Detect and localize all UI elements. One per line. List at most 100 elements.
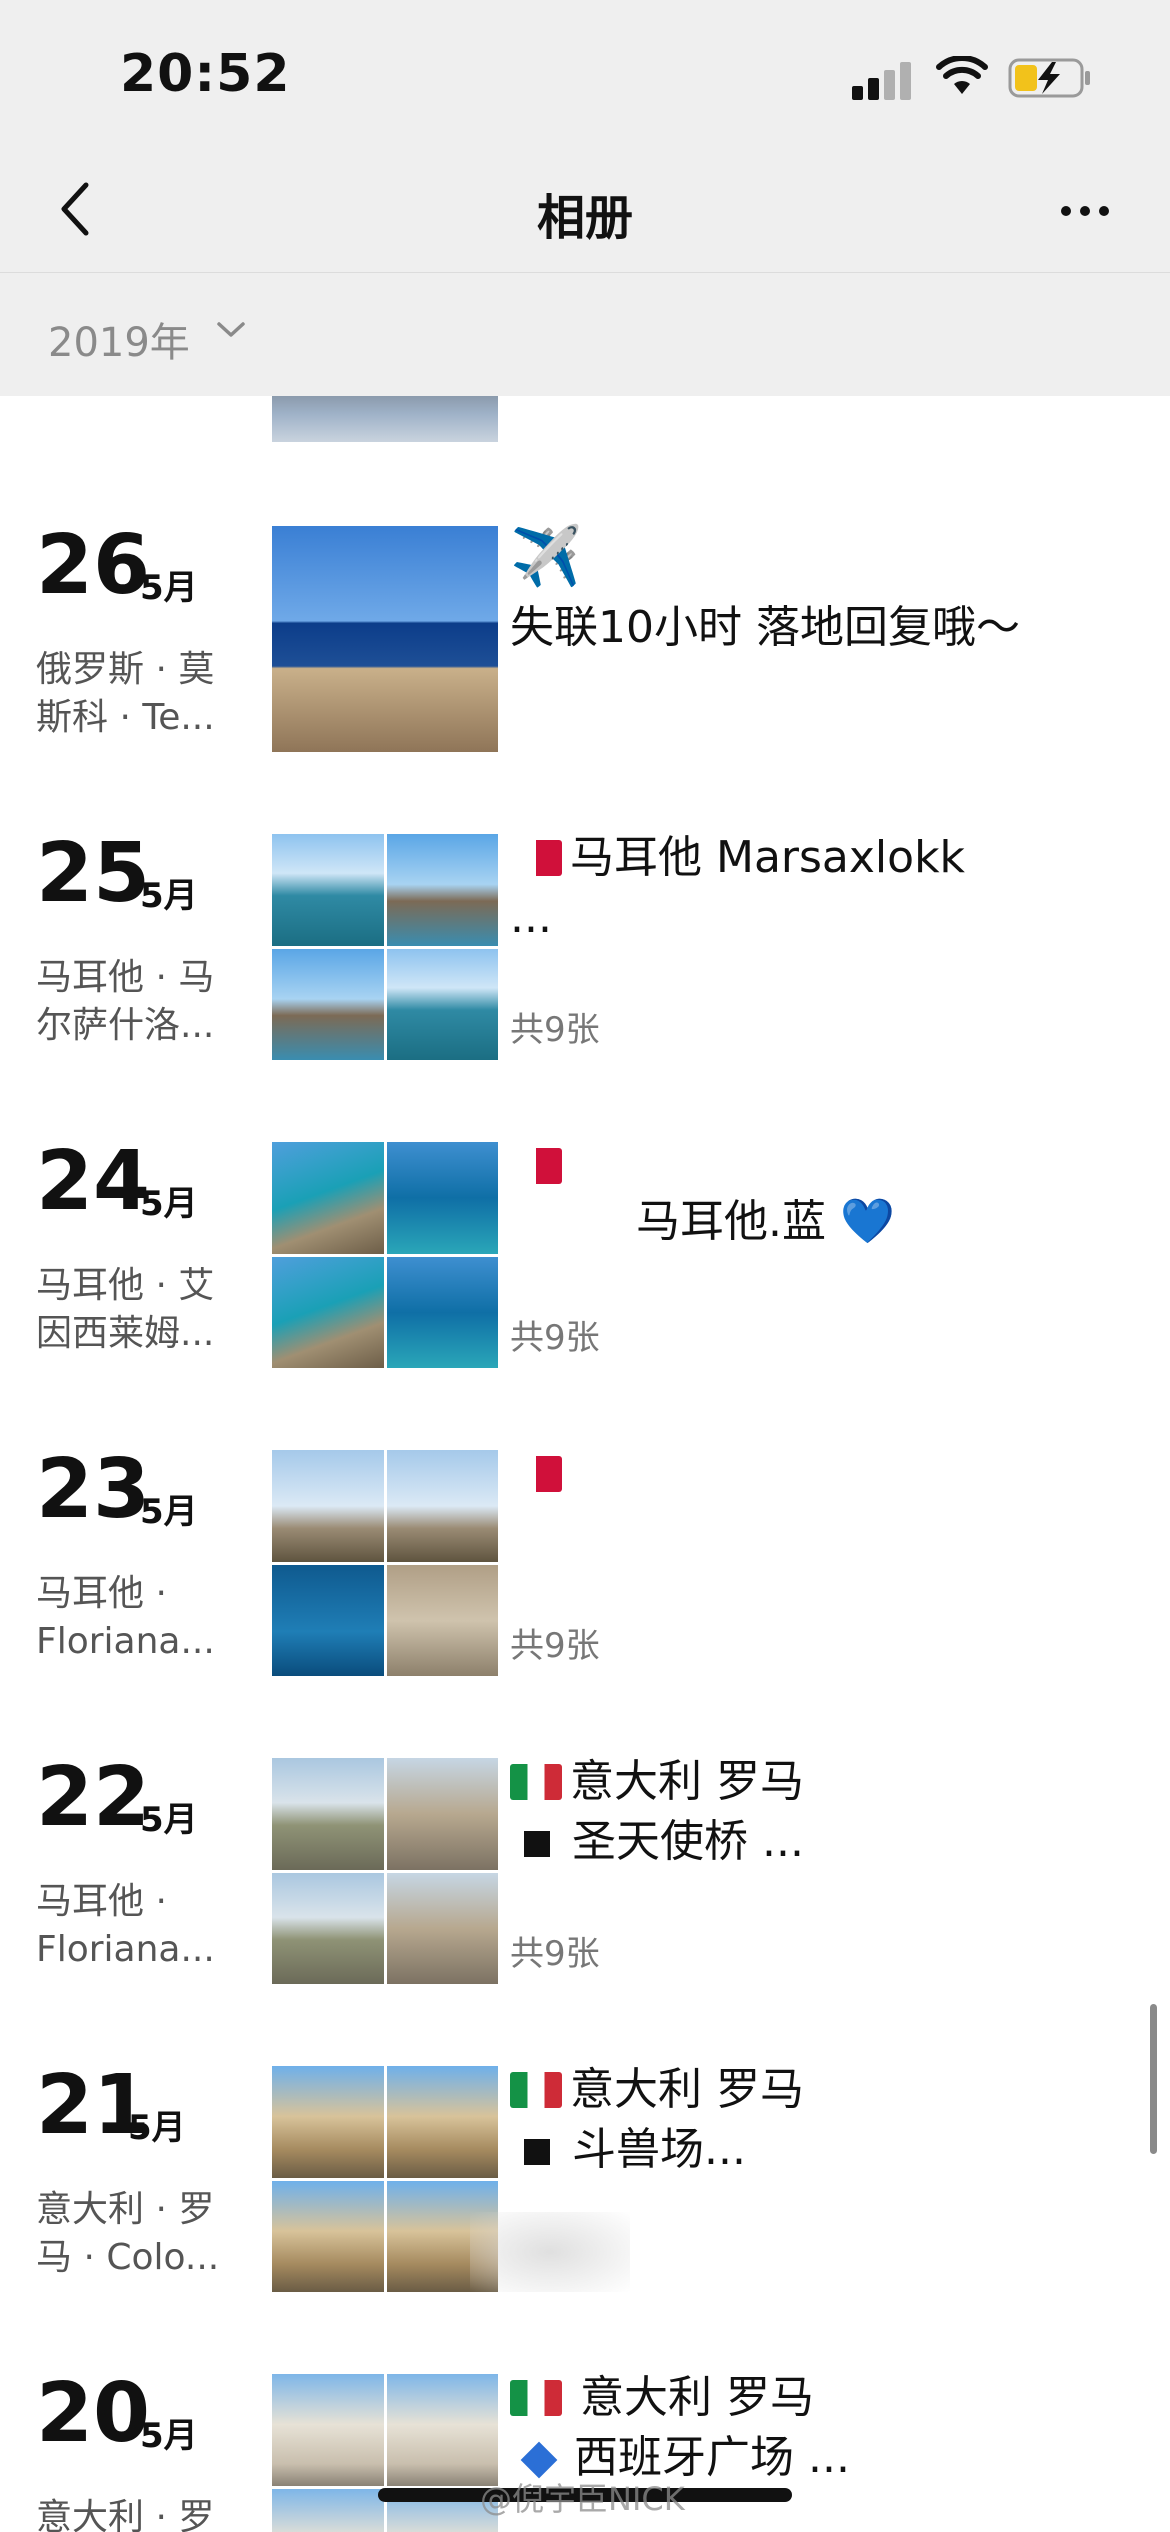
grid-photo (386, 834, 498, 946)
grid-photo (272, 1450, 384, 1562)
grid-photo (272, 834, 384, 946)
blurred-area (470, 2212, 630, 2292)
entry-month: 5月 (140, 876, 198, 916)
year-filter[interactable]: 2019年 (0, 274, 1170, 396)
entry-photo-grid[interactable] (272, 2374, 498, 2532)
entry-subcaption: 圣天使桥 ... (572, 1816, 804, 1867)
entry-text: 意大利 罗马 斗兽场... (510, 2060, 1150, 2180)
entry-day: 20 (36, 2368, 151, 2461)
entry-photo-grid[interactable] (272, 1450, 498, 1676)
malta-flag-icon (510, 1456, 562, 1492)
album-entry[interactable]: 26 5月 俄罗斯 · 莫 斯科 · Te... ✈️ 失联10小时 落地回复哦… (0, 520, 1170, 752)
malta-flag-icon (510, 840, 562, 876)
entry-emoji: ✈️ (510, 522, 583, 590)
entry-day: 22 (36, 1750, 151, 1845)
entry-caption: 意大利 罗马 (580, 2372, 814, 2423)
battery-charging-icon (1008, 58, 1090, 98)
entry-location: 俄罗斯 · 莫 斯科 · Te... (36, 649, 215, 738)
italy-flag-icon (510, 2380, 562, 2416)
watermark: @倪宇臣NICK (480, 2480, 685, 2518)
photo-count: 共9张 (510, 1010, 600, 1050)
cellular-signal-icon (852, 60, 916, 100)
entry-text (510, 1444, 1150, 1504)
entry-caption-more: ... (510, 892, 552, 943)
malta-flag-icon (510, 1148, 562, 1184)
grid-photo (386, 1564, 498, 1676)
album-entry[interactable]: 24 5月 马耳他 · 艾 因西莱姆... 马耳他.蓝 💙 共9张 (0, 1136, 1170, 1368)
status-time: 20:52 (120, 44, 291, 104)
entry-caption: 意大利 罗马 (570, 1756, 804, 1807)
entry-subcaption: 斗兽场... (572, 2124, 746, 2175)
grid-photo (386, 2066, 498, 2178)
grid-photo (386, 948, 498, 1060)
entry-location: 马耳他 · Floriana... (36, 1881, 215, 1970)
grid-photo (272, 2488, 384, 2532)
entry-photo-grid[interactable] (272, 834, 498, 1060)
entry-location: 意大利 · 罗 马 · Colo... (36, 2189, 220, 2278)
grid-photo (272, 2374, 384, 2486)
grid-photo (386, 2374, 498, 2486)
entry-month: 5月 (140, 1492, 198, 1532)
black-square-icon (524, 1831, 550, 1857)
entry-location: 马耳他 · 艾 因西莱姆... (36, 1265, 215, 1354)
more-button[interactable] (1050, 186, 1120, 236)
nav-bar: 相册 (0, 150, 1170, 273)
entry-text: 意大利 罗马 圣天使桥 ... (510, 1752, 1150, 1872)
entry-day: 25 (36, 826, 151, 921)
grid-photo (272, 1142, 384, 1254)
wifi-icon (936, 56, 988, 94)
grid-photo (272, 1758, 384, 1870)
entry-text: 马耳他 Marsaxlokk ... (510, 828, 1150, 948)
entry-photo-grid[interactable] (272, 1758, 498, 1984)
year-label: 2019年 (48, 320, 190, 366)
entry-day: 24 (36, 1134, 151, 1229)
more-dots-icon (1061, 206, 1071, 216)
entry-location: 意大利 · 罗 (36, 2497, 215, 2532)
album-entry[interactable]: 25 5月 马耳他 · 马 尔萨什洛... 马耳他 Marsaxlokk ...… (0, 828, 1170, 1060)
album-entry[interactable]: 22 5月 马耳他 · Floriana... 意大利 罗马 圣天使桥 ... … (0, 1752, 1170, 1984)
entry-month: 5月 (140, 1184, 198, 1224)
grid-photo (386, 1758, 498, 1870)
grid-photo (272, 1256, 384, 1368)
entry-day: 26 (36, 518, 151, 613)
grid-photo (386, 1872, 498, 1984)
page-title: 相册 (536, 190, 633, 246)
entry-location: 马耳他 · 马 尔萨什洛... (36, 957, 215, 1046)
entry-text: 意大利 罗马 西班牙广场 ... (510, 2368, 1150, 2488)
blue-diamond-icon (520, 2441, 558, 2479)
photo-count: 共9张 (510, 1626, 600, 1666)
entry-location: 马耳他 · Floriana... (36, 1573, 215, 1662)
entry-caption: 意大利 罗马 (570, 2064, 804, 2115)
entry-text: 马耳他.蓝 💙 (510, 1136, 1150, 1252)
entry-caption: 马耳他.蓝 (636, 1196, 826, 1247)
entry-caption: 失联10小时 落地回复哦～ (510, 602, 1020, 653)
header: 20:52 相册 2019年 (0, 0, 1170, 396)
entry-day: 23 (36, 1442, 151, 1537)
italy-flag-icon (510, 1764, 562, 1800)
entry-month: 5月 (140, 568, 198, 608)
scrollbar[interactable] (1150, 2004, 1157, 2154)
grid-photo (386, 1256, 498, 1368)
entry-photo-grid[interactable] (272, 1142, 498, 1368)
chevron-down-icon (217, 322, 245, 337)
black-square-icon (524, 2139, 550, 2165)
entry-month: 5月 (140, 1800, 198, 1840)
entry-month: 5月 (140, 2416, 198, 2456)
entry-photo-grid[interactable] (272, 2066, 498, 2292)
entry-text: ✈️ 失联10小时 落地回复哦～ (510, 520, 1150, 658)
grid-photo (272, 2180, 384, 2292)
grid-photo (386, 1450, 498, 1562)
album-entry[interactable]: 23 5月 马耳他 · Floriana... 共9张 (0, 1444, 1170, 1676)
entry-month: 5月 (128, 2108, 186, 2148)
entry-photo[interactable] (272, 526, 498, 752)
photo-count: 共9张 (510, 1934, 600, 1974)
grid-photo (272, 1564, 384, 1676)
grid-photo (272, 1872, 384, 1984)
grid-photo (272, 2066, 384, 2178)
grid-photo (272, 948, 384, 1060)
grid-photo (386, 1142, 498, 1254)
blue-heart-icon: 💙 (840, 1196, 895, 1247)
italy-flag-icon (510, 2072, 562, 2108)
photo-count: 共9张 (510, 1318, 600, 1358)
entry-caption: 马耳他 Marsaxlokk (570, 832, 966, 883)
